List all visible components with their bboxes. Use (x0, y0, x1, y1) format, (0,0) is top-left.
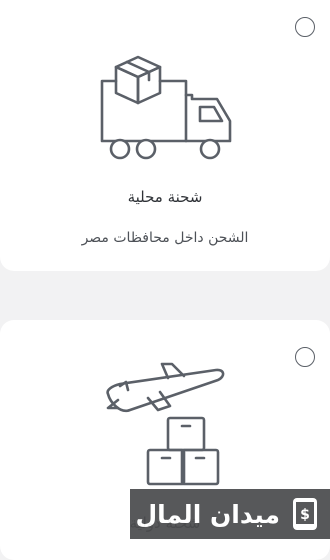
svg-text:$: $ (300, 507, 310, 523)
delivery-truck-icon (100, 55, 232, 160)
watermark-banner: ميدان المال $ (130, 489, 330, 539)
local-shipment-title: شحنة محلية (127, 188, 203, 206)
international-shipment-radio[interactable] (295, 347, 315, 367)
local-shipment-radio[interactable] (295, 17, 315, 37)
watermark-text: ميدان المال (135, 499, 280, 529)
local-shipment-subtitle: الشحن داخل محافظات مصر (81, 230, 249, 246)
airplane-boxes-icon (106, 362, 225, 486)
phone-dollar-logo: $ (293, 498, 317, 530)
